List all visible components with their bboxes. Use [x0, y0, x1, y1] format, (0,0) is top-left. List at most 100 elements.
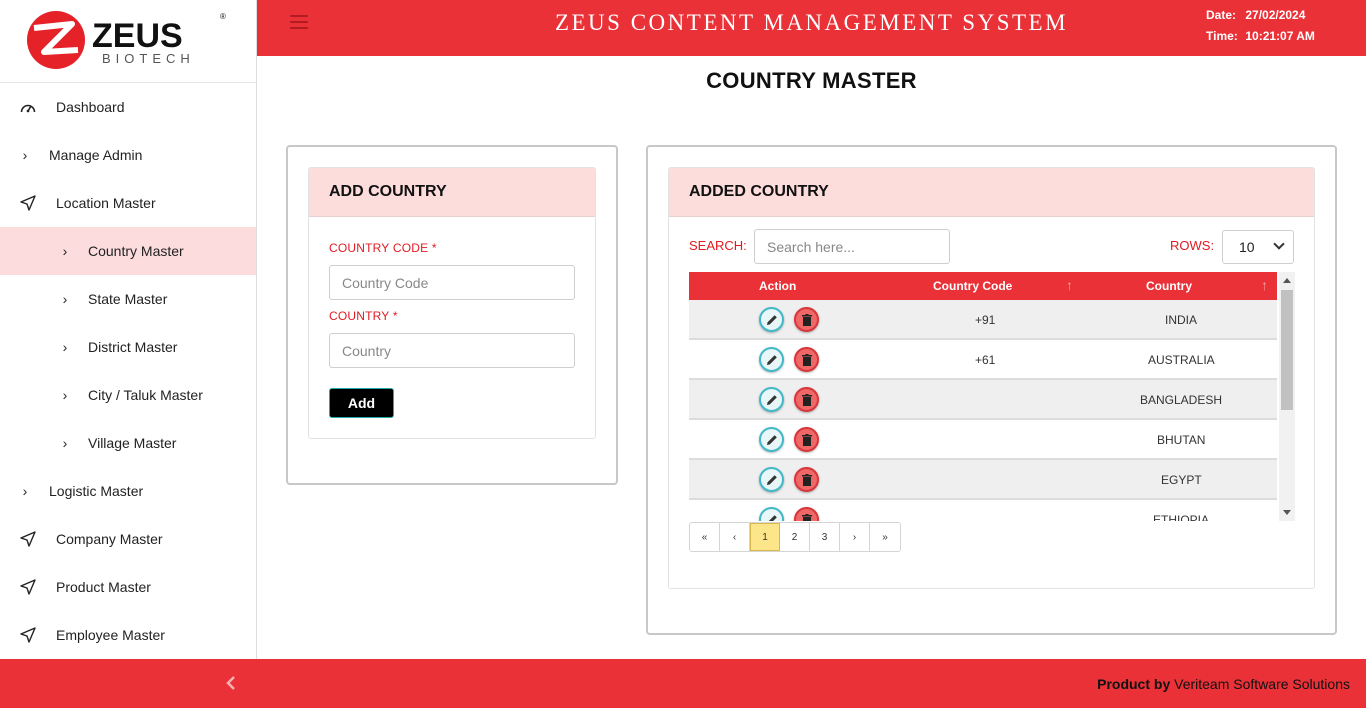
add-button[interactable]: Add — [329, 388, 394, 418]
page-prev-button[interactable]: ‹ — [720, 523, 750, 551]
added-country-panel: ADDED COUNTRY SEARCH: ROWS: 10 Action Co… — [646, 145, 1337, 635]
rows-label: ROWS: — [1170, 238, 1215, 253]
date-value: 27/02/2024 — [1245, 8, 1306, 22]
column-header-country[interactable]: Country — [1146, 279, 1192, 293]
table-row: EGYPT — [689, 460, 1277, 500]
cell-country: INDIA — [1165, 313, 1198, 327]
sidebar-item-location-master[interactable]: Location Master — [0, 179, 256, 227]
sidebar-item-district-master[interactable]: › District Master — [0, 323, 256, 371]
top-header: ZEUS CONTENT MANAGEMENT SYSTEM Date: 27/… — [257, 0, 1366, 56]
table-row: ETHIOPIA — [689, 500, 1277, 521]
table-body: +91 INDIA +61 AUSTRALIA BANGLADESH BHUTA… — [689, 300, 1277, 521]
page-last-button[interactable]: » — [870, 523, 900, 551]
country-input[interactable] — [329, 333, 575, 368]
send-icon — [20, 579, 36, 595]
scrollbar-thumb[interactable] — [1281, 290, 1293, 410]
table-row: +91 INDIA — [689, 300, 1277, 340]
sidebar-item-label: Village Master — [88, 435, 177, 451]
sidebar-item-dashboard[interactable]: Dashboard — [0, 83, 256, 131]
cell-country-code: +61 — [975, 353, 996, 367]
edit-pencil-icon[interactable] — [759, 307, 784, 332]
sidebar-nav: Dashboard › Manage Admin Location Master… — [0, 83, 256, 659]
collapse-sidebar-chevron-left-icon[interactable] — [224, 675, 238, 691]
sort-arrow-icon[interactable]: ↑ — [1066, 277, 1073, 293]
sidebar-item-label: State Master — [88, 291, 168, 307]
svg-text:®: ® — [220, 12, 226, 21]
page-title: COUNTRY MASTER — [706, 68, 917, 93]
sidebar-item-label: Product Master — [56, 579, 151, 595]
cell-country: ETHIOPIA — [1153, 513, 1210, 521]
chevron-right-icon: › — [22, 147, 28, 163]
time-value: 10:21:07 AM — [1245, 29, 1315, 43]
delete-trash-icon[interactable] — [794, 387, 819, 412]
cell-country: BHUTAN — [1157, 433, 1206, 447]
footer-prefix: Product by — [1097, 676, 1171, 692]
table-scrollbar[interactable] — [1279, 272, 1295, 521]
country-code-input[interactable] — [329, 265, 575, 300]
cell-country-code: +91 — [975, 313, 996, 327]
chevron-right-icon: › — [62, 243, 68, 259]
datetime-panel: Date: 27/02/2024 Time: 10:21:07 AM — [1206, 5, 1315, 47]
edit-pencil-icon[interactable] — [759, 507, 784, 521]
sidebar-item-employee-master[interactable]: Employee Master — [0, 611, 256, 659]
sidebar-item-label: Dashboard — [56, 99, 125, 115]
sidebar-item-product-master[interactable]: Product Master — [0, 563, 256, 611]
edit-pencil-icon[interactable] — [759, 387, 784, 412]
sidebar-item-company-master[interactable]: Company Master — [0, 515, 256, 563]
sidebar-item-label: Manage Admin — [49, 147, 143, 163]
chevron-right-icon: › — [62, 387, 68, 403]
delete-trash-icon[interactable] — [794, 307, 819, 332]
search-input[interactable] — [754, 229, 950, 264]
speedometer-icon — [20, 99, 36, 115]
scroll-up-arrow-icon[interactable] — [1283, 278, 1291, 283]
chevron-right-icon: › — [62, 291, 68, 307]
column-header-country-code[interactable]: Country Code — [933, 279, 1012, 293]
country-label: COUNTRY * — [329, 309, 398, 323]
sidebar-item-manage-admin[interactable]: › Manage Admin — [0, 131, 256, 179]
sidebar-item-logistic-master[interactable]: › Logistic Master — [0, 467, 256, 515]
sidebar-item-city-taluk-master[interactable]: › City / Taluk Master — [0, 371, 256, 419]
add-country-panel: ADD COUNTRY COUNTRY CODE * COUNTRY * Add — [286, 145, 618, 485]
footer-company[interactable]: Veriteam Software Solutions — [1174, 676, 1350, 692]
svg-text:BIOTECH: BIOTECH — [102, 51, 195, 66]
page-next-button[interactable]: › — [840, 523, 870, 551]
edit-pencil-icon[interactable] — [759, 467, 784, 492]
sidebar-item-village-master[interactable]: › Village Master — [0, 419, 256, 467]
rows-select-value: 10 — [1239, 239, 1255, 255]
add-country-card: ADD COUNTRY COUNTRY CODE * COUNTRY * Add — [308, 167, 596, 439]
sidebar-item-country-master[interactable]: › Country Master — [0, 227, 256, 275]
table-row: BANGLADESH — [689, 380, 1277, 420]
added-country-card: ADDED COUNTRY SEARCH: ROWS: 10 Action Co… — [668, 167, 1315, 589]
date-label: Date: — [1206, 8, 1237, 22]
column-header-action: Action — [759, 279, 797, 293]
rows-per-page-select[interactable]: 10 — [1222, 230, 1294, 264]
send-icon — [20, 627, 36, 643]
time-label: Time: — [1206, 29, 1238, 43]
page-first-button[interactable]: « — [690, 523, 720, 551]
zeus-biotech-logo[interactable]: ZEUS ® BIOTECH — [24, 10, 236, 72]
sidebar-item-label: City / Taluk Master — [88, 387, 203, 403]
countries-table: Action Country Code ↑ Country ↑ +91 INDI… — [689, 272, 1295, 521]
sidebar-item-state-master[interactable]: › State Master — [0, 275, 256, 323]
chevron-right-icon: › — [62, 435, 68, 451]
sidebar-item-label: Employee Master — [56, 627, 165, 643]
table-row: BHUTAN — [689, 420, 1277, 460]
page-2-button[interactable]: 2 — [780, 523, 810, 551]
sidebar-item-label: District Master — [88, 339, 178, 355]
cell-country: AUSTRALIA — [1148, 353, 1215, 367]
scroll-down-arrow-icon[interactable] — [1283, 510, 1291, 515]
edit-pencil-icon[interactable] — [759, 427, 784, 452]
delete-trash-icon[interactable] — [794, 507, 819, 521]
delete-trash-icon[interactable] — [794, 467, 819, 492]
delete-trash-icon[interactable] — [794, 347, 819, 372]
sort-arrow-icon[interactable]: ↑ — [1261, 277, 1268, 293]
delete-trash-icon[interactable] — [794, 427, 819, 452]
sidebar-item-label: Company Master — [56, 531, 163, 547]
page-3-button[interactable]: 3 — [810, 523, 840, 551]
edit-pencil-icon[interactable] — [759, 347, 784, 372]
sidebar-item-label: Country Master — [88, 243, 184, 259]
svg-text:ZEUS: ZEUS — [92, 17, 183, 55]
page-1-button[interactable]: 1 — [750, 523, 780, 551]
chevron-down-icon — [1273, 238, 1285, 250]
sidebar: ZEUS ® BIOTECH Dashboard › Manage Admin … — [0, 0, 257, 659]
